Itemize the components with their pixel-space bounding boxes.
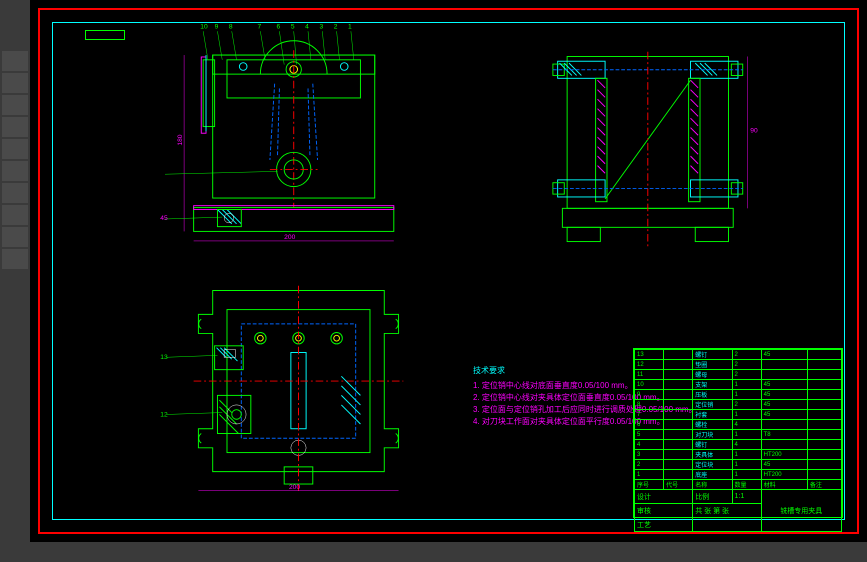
tool-button[interactable]: [2, 227, 28, 247]
dimension: 180: [177, 134, 184, 145]
callout: 4: [305, 23, 309, 30]
cad-application: 10 9 8 7 6 5 4 3 2 1: [0, 0, 867, 562]
drawing-title: 铣槽专用夹具: [761, 490, 841, 532]
top-view: 13 12 200: [163, 281, 424, 500]
callout: 6: [276, 23, 280, 30]
front-view: 10 9 8 7 6 5 4 3 2 1: [163, 36, 424, 255]
callout: 9: [214, 23, 218, 30]
dimension: 90: [750, 127, 758, 134]
dimension: 200: [284, 234, 295, 241]
drawing-border-outer: 10 9 8 7 6 5 4 3 2 1: [38, 8, 859, 534]
bom-row: 5对刀块1T8: [635, 430, 842, 440]
callout: 5: [290, 23, 294, 30]
bom-row: 1底座1HT200: [635, 470, 842, 480]
revision-mark: [85, 30, 125, 40]
bom-row: 3夹具体1HT200: [635, 450, 842, 460]
bom-row: 10支架145: [635, 380, 842, 390]
drawing-viewport[interactable]: 10 9 8 7 6 5 4 3 2 1: [30, 0, 867, 542]
bom-row: 8定位销245: [635, 400, 842, 410]
title-row: 设计比例1:1 铣槽专用夹具: [635, 490, 842, 504]
callout: 7: [257, 23, 261, 30]
bom-row: 7衬套145: [635, 410, 842, 420]
tool-button[interactable]: [2, 95, 28, 115]
bom-table: 13螺钉245 12垫圈2 11螺母2 10支架145 9压板145 8定位销2…: [634, 349, 842, 532]
callout: 8: [228, 23, 232, 30]
callout: 2: [333, 23, 337, 30]
callout: 1: [348, 23, 352, 30]
bom-row: 9压板145: [635, 390, 842, 400]
bom-row: 2定位块145: [635, 460, 842, 470]
status-bar: [0, 542, 867, 562]
bom-row: 12垫圈2: [635, 360, 842, 370]
tool-button[interactable]: [2, 183, 28, 203]
tool-button[interactable]: [2, 205, 28, 225]
tool-button[interactable]: [2, 51, 28, 71]
callout: 12: [160, 412, 168, 419]
bom-row: 4螺钉4: [635, 440, 842, 450]
callout: 13: [160, 355, 168, 362]
tool-palette: [0, 0, 30, 562]
bom-row: 6螺栓4: [635, 420, 842, 430]
callout: 10: [200, 23, 208, 30]
bom-row: 13螺钉245: [635, 350, 842, 360]
bom-header: 序号代号名称数量材料备注: [635, 480, 842, 490]
tool-button[interactable]: [2, 139, 28, 159]
tool-button[interactable]: [2, 249, 28, 269]
tool-button[interactable]: [2, 117, 28, 137]
bom-row: 11螺母2: [635, 370, 842, 380]
tool-button[interactable]: [2, 73, 28, 93]
dimension: 45: [160, 215, 168, 222]
callout: 3: [319, 23, 323, 30]
tool-button[interactable]: [2, 161, 28, 181]
side-view: 90: [530, 47, 775, 256]
title-block: 13螺钉245 12垫圈2 11螺母2 10支架145 9压板145 8定位销2…: [633, 348, 843, 518]
dimension: 200: [288, 484, 299, 491]
